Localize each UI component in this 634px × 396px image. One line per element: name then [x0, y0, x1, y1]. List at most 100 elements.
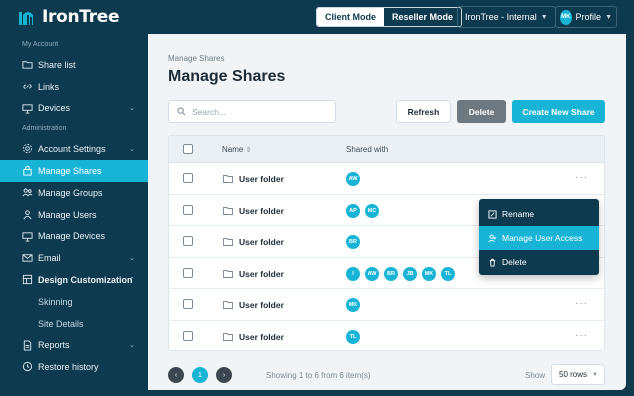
sidebar-item-label: Links	[38, 81, 60, 92]
mode-toggle: Client Mode Reseller Mode	[316, 7, 463, 27]
tenant-label: IronTree - Internal	[465, 12, 537, 22]
folder-name[interactable]: User folder	[239, 332, 284, 342]
column-header-shared-with: Shared with	[346, 145, 389, 154]
shared-user-avatar: AW	[346, 172, 360, 186]
table-row[interactable]: User folder AW ···	[169, 163, 604, 195]
row-context-menu: Rename Manage User Access Delete	[479, 199, 599, 275]
page-1-button[interactable]: 1	[192, 367, 208, 383]
more-options-icon[interactable]: ···	[575, 298, 588, 309]
irontree-logo-icon	[19, 12, 33, 25]
shared-with-list: MK	[346, 298, 360, 313]
tenant-selector[interactable]: IronTree - Internal ▼	[457, 6, 556, 28]
sidebar-section-administration: Administration	[22, 125, 67, 133]
shared-user-avatar: BR	[384, 266, 398, 281]
shared-with-list: I AW BR JB MK TL	[346, 266, 455, 281]
mail-icon	[22, 252, 33, 263]
sidebar-item-account-settings[interactable]: Account Settings ⌄	[0, 138, 148, 160]
history-icon	[22, 361, 33, 372]
user-icon	[22, 209, 33, 220]
sidebar-item-restore-history[interactable]: Restore history	[0, 356, 148, 378]
table-row[interactable]: User folder MK ···	[169, 289, 604, 321]
sidebar-item-design-customization[interactable]: Design Customization ⌃	[0, 269, 148, 291]
chevron-up-icon: ⌃	[129, 277, 135, 285]
prev-page-button[interactable]: ‹	[168, 367, 184, 383]
row-checkbox[interactable]	[183, 236, 193, 247]
row-checkbox[interactable]	[183, 330, 193, 341]
sidebar-item-label: Manage Devices	[38, 231, 106, 242]
sidebar: My Account Share list Links Devices ⌄ Ad…	[0, 34, 148, 396]
folder-icon	[223, 301, 233, 310]
row-checkbox[interactable]	[183, 299, 193, 310]
rename-menu-item[interactable]: Rename	[479, 202, 599, 226]
chevron-down-icon: ⌄	[129, 255, 135, 263]
more-options-icon[interactable]: ···	[575, 330, 588, 341]
sidebar-item-label: Site Details	[38, 318, 84, 329]
brand-logo[interactable]: IronTree	[19, 7, 120, 27]
shared-user-avatar: AP	[346, 203, 360, 218]
sidebar-item-reports[interactable]: Reports ⌄	[0, 335, 148, 357]
search-icon	[177, 107, 186, 116]
folder-name[interactable]: User folder	[239, 174, 284, 184]
palette-icon	[22, 274, 33, 285]
sidebar-item-label: Share list	[38, 59, 76, 70]
client-mode-button[interactable]: Client Mode	[317, 8, 384, 26]
pagination-summary: Showing 1 to 6 from 6 item(s)	[266, 371, 371, 380]
sidebar-item-label: Devices	[38, 103, 71, 114]
sidebar-item-devices[interactable]: Devices ⌄	[0, 98, 148, 120]
sidebar-subitem-site-details[interactable]: Site Details	[0, 313, 148, 335]
edit-icon	[488, 209, 497, 219]
row-checkbox[interactable]	[183, 173, 193, 183]
column-header-name[interactable]: Name ⇕	[222, 145, 251, 154]
sidebar-item-manage-shares[interactable]: Manage Shares	[0, 160, 148, 182]
sidebar-item-label: Account Settings	[38, 144, 106, 155]
reseller-mode-button[interactable]: Reseller Mode	[384, 8, 462, 26]
search-input[interactable]	[192, 106, 322, 117]
profile-label: Profile	[575, 12, 602, 22]
file-icon	[22, 340, 33, 351]
avatar: MK	[560, 9, 572, 25]
breadcrumb[interactable]: Manage Shares	[168, 54, 224, 63]
shared-user-avatar: MK	[422, 266, 436, 281]
folder-name[interactable]: User folder	[239, 206, 284, 216]
next-page-button[interactable]: ›	[216, 367, 232, 383]
more-options-icon[interactable]: ···	[575, 172, 588, 183]
shared-with-list: AW	[346, 172, 360, 186]
sidebar-item-share-list[interactable]: Share list	[0, 54, 148, 76]
column-header-name-label: Name	[222, 145, 244, 154]
sidebar-item-manage-groups[interactable]: Manage Groups	[0, 182, 148, 204]
folder-name[interactable]: User folder	[239, 300, 284, 310]
monitor-icon	[22, 231, 33, 242]
manage-user-access-menu-item[interactable]: Manage User Access	[479, 226, 599, 250]
row-checkbox[interactable]	[183, 267, 193, 278]
rows-per-page-value: 50 rows	[559, 370, 588, 379]
lock-icon	[22, 165, 33, 176]
sidebar-item-email[interactable]: Email ⌄	[0, 247, 148, 269]
delete-button[interactable]: Delete	[457, 100, 506, 123]
menu-item-label: Delete	[502, 257, 527, 267]
gear-icon	[22, 143, 33, 154]
sidebar-subitem-skinning[interactable]: Skinning	[0, 291, 148, 313]
folder-name[interactable]: User folder	[239, 269, 284, 279]
sidebar-item-links[interactable]: Links	[0, 76, 148, 98]
user-access-icon	[488, 234, 497, 242]
refresh-button[interactable]: Refresh	[396, 100, 451, 123]
create-new-share-button[interactable]: Create New Share	[512, 100, 605, 123]
select-all-checkbox[interactable]	[183, 144, 193, 154]
rows-per-page-label: Show	[525, 371, 546, 380]
page-title: Manage Shares	[168, 68, 286, 85]
chevron-down-icon: ⌄	[129, 342, 135, 350]
profile-menu[interactable]: MK Profile ▼	[555, 6, 617, 28]
delete-menu-item[interactable]: Delete	[479, 250, 599, 274]
table-row[interactable]: User folder TL ···	[169, 321, 604, 353]
sidebar-item-label: Manage Groups	[38, 187, 103, 198]
sidebar-item-manage-users[interactable]: Manage Users	[0, 204, 148, 226]
sidebar-item-label: Skinning	[38, 296, 73, 307]
link-icon	[22, 81, 33, 92]
row-checkbox[interactable]	[183, 204, 193, 215]
sidebar-item-manage-devices[interactable]: Manage Devices	[0, 226, 148, 248]
folder-name[interactable]: User folder	[239, 237, 284, 247]
menu-item-label: Rename	[502, 209, 535, 219]
rows-per-page-select[interactable]: 50 rows ▼	[551, 364, 605, 385]
chevron-down-icon: ▼	[540, 13, 548, 21]
chevron-down-icon: ⌄	[129, 146, 135, 154]
